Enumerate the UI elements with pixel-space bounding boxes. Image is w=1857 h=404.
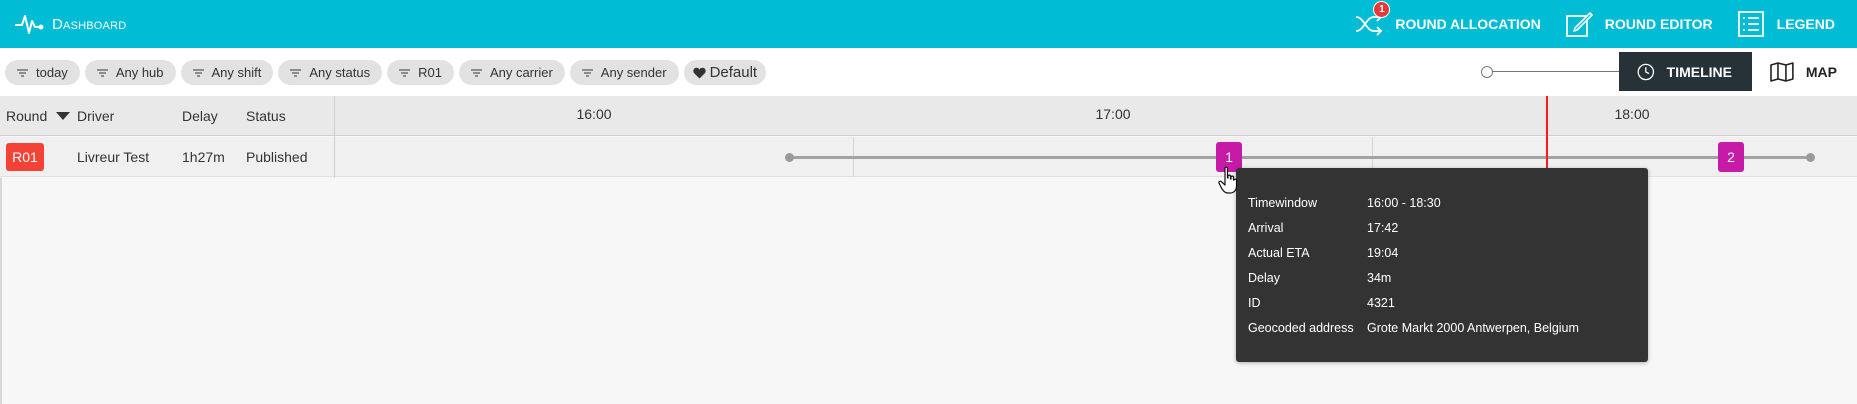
filter-chip-label: Any carrier <box>489 65 553 80</box>
filter-icon <box>470 68 482 77</box>
heart-icon <box>692 67 706 78</box>
filter-chip-label: today <box>36 65 68 80</box>
zoom-slider[interactable] <box>1481 66 1621 78</box>
column-header-delay[interactable]: Delay <box>182 108 218 124</box>
default-preset-label: Default <box>709 64 758 81</box>
filter-chip-shift[interactable]: Any shift <box>180 60 274 85</box>
hand-cursor-icon <box>1218 166 1238 194</box>
edit-icon <box>1563 9 1595 39</box>
shuffle-icon: 1 <box>1353 1 1391 39</box>
filter-icon <box>399 68 411 77</box>
top-nav: 1 ROUND ALLOCATION ROUND EDITOR LEGEND <box>1353 0 1835 48</box>
filter-chip-label: Any sender <box>600 65 667 80</box>
round-tag[interactable]: R01 <box>6 143 44 171</box>
filter-chip-label: Any shift <box>211 65 262 80</box>
delay-cell: 1h27m <box>182 149 225 165</box>
zoom-slider-thumb[interactable] <box>1481 66 1493 78</box>
tooltip-label: Arrival <box>1248 221 1284 235</box>
filter-icon <box>96 68 108 77</box>
column-divider <box>334 96 335 178</box>
map-view-button[interactable]: MAP <box>1758 52 1857 91</box>
filter-chip-hub[interactable]: Any hub <box>84 60 176 85</box>
driver-cell: Livreur Test <box>77 149 150 165</box>
map-icon <box>1770 61 1794 82</box>
list-icon <box>1735 9 1767 39</box>
tooltip-value: 17:42 <box>1367 221 1399 235</box>
timeline-view-button[interactable]: TIMELINE <box>1619 52 1752 91</box>
filter-icon <box>581 68 593 77</box>
round-editor-button[interactable]: ROUND EDITOR <box>1563 9 1713 39</box>
filter-chip-label: Any hub <box>115 65 164 80</box>
hour-label: 17:00 <box>1095 106 1131 122</box>
app-title: Dashboard <box>52 15 127 33</box>
heartbeat-icon <box>15 15 44 34</box>
tooltip-value: 34m <box>1367 271 1392 285</box>
default-preset-chip[interactable]: Default <box>683 60 767 85</box>
round-allocation-label: ROUND ALLOCATION <box>1395 16 1541 32</box>
filter-icon <box>17 68 28 77</box>
filter-chip-round[interactable]: R01 <box>387 60 454 85</box>
content-border <box>0 178 2 404</box>
legend-label: LEGEND <box>1776 16 1835 32</box>
stop-tooltip: Timewindow 16:00 - 18:30 Arrival 17:42 A… <box>1236 168 1648 362</box>
map-view-label: MAP <box>1805 63 1837 80</box>
column-header-driver[interactable]: Driver <box>77 108 114 124</box>
route-end-dot <box>1806 153 1815 162</box>
timeline-header: Round Driver Delay Status 16:00 17:00 18… <box>0 96 1857 136</box>
filter-chip-carrier[interactable]: Any carrier <box>458 60 565 85</box>
hour-label: 16:00 <box>576 106 612 122</box>
tooltip-value: 16:00 - 18:30 <box>1367 196 1441 210</box>
tooltip-label: Timewindow <box>1248 196 1318 210</box>
filter-icon <box>290 68 302 77</box>
top-bar: Dashboard 1 ROUND ALLOCATION ROUND EDITO… <box>0 0 1857 48</box>
tooltip-label: Delay <box>1248 271 1280 285</box>
route-start-dot <box>785 153 794 162</box>
stop-marker[interactable]: 2 <box>1718 142 1744 172</box>
tooltip-value: 4321 <box>1367 296 1395 310</box>
filter-icon <box>192 68 204 77</box>
filter-chip-sender[interactable]: Any sender <box>569 60 679 85</box>
timeline-view-label: TIMELINE <box>1666 63 1732 80</box>
sort-desc-icon[interactable] <box>56 112 70 120</box>
tooltip-label: Actual ETA <box>1248 246 1310 260</box>
column-header-status[interactable]: Status <box>246 108 286 124</box>
filter-chips: today Any hub Any shift Any status R01 A… <box>5 60 767 85</box>
filter-chip-label: R01 <box>418 65 442 80</box>
notification-badge: 1 <box>1373 1 1391 18</box>
filter-chip-label: Any status <box>309 65 371 80</box>
status-cell: Published <box>246 149 308 165</box>
route-line <box>789 156 1810 159</box>
tooltip-value: 19:04 <box>1367 246 1399 260</box>
column-header-round[interactable]: Round <box>6 108 47 124</box>
legend-button[interactable]: LEGEND <box>1735 9 1835 39</box>
filter-chip-date[interactable]: today <box>5 60 80 85</box>
round-editor-label: ROUND EDITOR <box>1604 16 1713 32</box>
brand[interactable]: Dashboard <box>14 10 126 38</box>
tooltip-label: Geocoded address <box>1248 321 1354 335</box>
hour-label: 18:00 <box>1614 106 1650 122</box>
tooltip-label: ID <box>1248 296 1261 310</box>
clock-icon <box>1637 63 1655 80</box>
filter-chip-status[interactable]: Any status <box>278 60 383 85</box>
current-time-line <box>1546 96 1548 168</box>
tooltip-value: Grote Markt 2000 Antwerpen, Belgium <box>1367 321 1579 335</box>
zoom-slider-track <box>1487 71 1621 72</box>
round-allocation-button[interactable]: 1 ROUND ALLOCATION <box>1353 1 1541 39</box>
